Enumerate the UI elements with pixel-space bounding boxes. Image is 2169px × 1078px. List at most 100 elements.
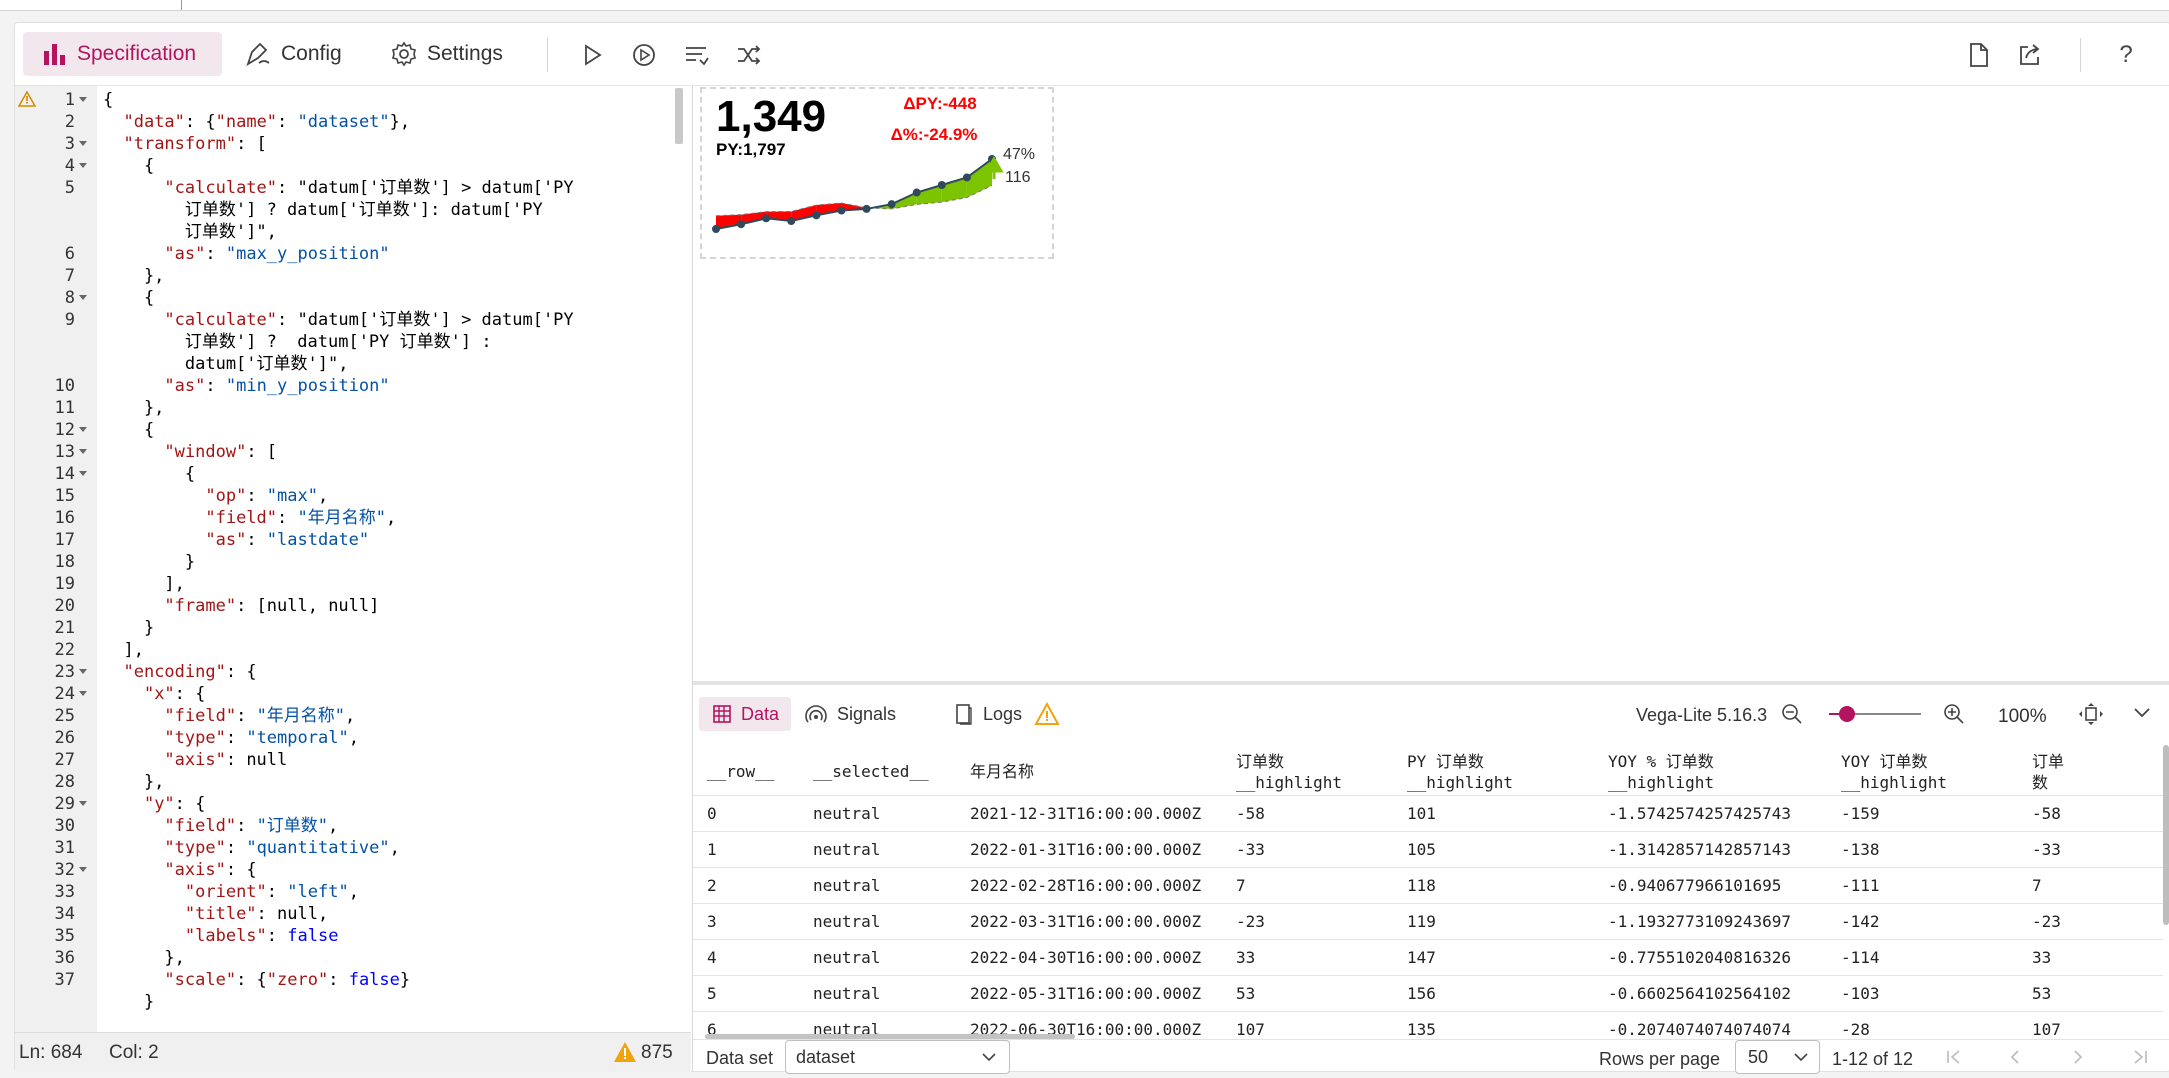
play-icon[interactable] (577, 40, 607, 70)
code-line[interactable]: 15 "op": "max", (15, 485, 691, 507)
code-line[interactable]: 12 { (15, 419, 691, 441)
data-point[interactable] (712, 225, 720, 233)
fold-toggle-icon[interactable] (79, 427, 87, 432)
column-header[interactable]: 订单 数 (2032, 751, 2064, 793)
zoom-slider-thumb[interactable] (1839, 706, 1856, 722)
fold-toggle-icon[interactable] (79, 867, 87, 872)
code-line[interactable]: 22 ], (15, 639, 691, 661)
fold-toggle-icon[interactable] (79, 669, 87, 674)
code-line[interactable]: 13 "window": [ (15, 441, 691, 463)
prev-page-icon[interactable] (2008, 1049, 2022, 1065)
fold-toggle-icon[interactable] (79, 691, 87, 696)
code-line[interactable]: 25 "field": "年月名称", (15, 705, 691, 727)
code-line[interactable]: 21 } (15, 617, 691, 639)
auto-run-icon[interactable] (629, 40, 659, 70)
code-line[interactable]: } (15, 991, 691, 1013)
zoom-slider[interactable] (1829, 706, 1921, 722)
code-line[interactable]: 30 "field": "订单数", (15, 815, 691, 837)
code-line[interactable]: 18 } (15, 551, 691, 573)
shuffle-icon[interactable] (734, 40, 764, 70)
code-line[interactable]: 2 "data": {"name": "dataset"}, (15, 111, 691, 133)
table-row[interactable]: 5 neutral 2022-05-31T16:00:00.000Z 53 156 -0.… (693, 975, 2163, 1012)
data-point[interactable] (937, 180, 946, 189)
data-point[interactable] (762, 214, 771, 223)
fold-toggle-icon[interactable] (79, 163, 87, 168)
fit-view-icon[interactable] (2078, 702, 2104, 726)
code-line[interactable]: 34 "title": null, (15, 903, 691, 925)
file-icon[interactable] (1964, 40, 1994, 70)
rows-per-page-select[interactable]: 50 (1735, 1040, 1820, 1074)
last-page-icon[interactable] (2131, 1049, 2149, 1065)
table-row[interactable]: 2 neutral 2022-02-28T16:00:00.000Z 7 118 -0.9… (693, 867, 2163, 904)
code-line[interactable]: 3 "transform": [ (15, 133, 691, 155)
data-point[interactable] (737, 220, 746, 229)
code-line[interactable]: 37 "scale": {"zero": false} (15, 969, 691, 991)
code-line[interactable]: 33 "orient": "left", (15, 881, 691, 903)
warning-icon[interactable] (613, 1041, 637, 1063)
code-line[interactable]: 10 "as": "min_y_position" (15, 375, 691, 397)
zoom-in-icon[interactable] (1943, 703, 1965, 725)
fold-toggle-icon[interactable] (79, 471, 87, 476)
code-line[interactable]: 27 "axis": null (15, 749, 691, 771)
column-header[interactable]: PY 订单数 __highlight (1407, 751, 1513, 793)
code-line[interactable]: 20 "frame": [null, null] (15, 595, 691, 617)
chart-view[interactable]: 1,349 PY:1,797 ΔPY:-448 Δ%:-24.9% 47% 11… (700, 87, 1054, 259)
zoom-out-icon[interactable] (1781, 703, 1803, 725)
spec-editor[interactable]: 1{2 "data": {"name": "dataset"}, 3 "trans… (15, 86, 691, 1032)
code-line[interactable]: 19 ], (15, 573, 691, 595)
help-icon[interactable]: ? (2111, 40, 2141, 70)
code-line[interactable]: 14 { (15, 463, 691, 485)
dataset-select[interactable]: dataset (785, 1040, 1010, 1074)
data-point[interactable] (887, 200, 896, 209)
view-panel-divider[interactable] (693, 681, 2169, 685)
code-line[interactable]: 24 "x": { (15, 683, 691, 705)
fold-toggle-icon[interactable] (79, 801, 87, 806)
table-vertical-scrollbar[interactable] (2163, 745, 2169, 925)
column-header[interactable]: YOY 订单数 __highlight (1841, 751, 1947, 793)
code-line[interactable]: 订单数'] ? datum['PY 订单数'] : (15, 331, 691, 353)
table-row[interactable]: 1 neutral 2022-01-31T16:00:00.000Z -33 105 -1… (693, 831, 2163, 868)
fold-toggle-icon[interactable] (79, 97, 87, 102)
table-row[interactable]: 4 neutral 2022-04-30T16:00:00.000Z 33 147 -0.… (693, 939, 2163, 976)
code-line[interactable]: 29 "y": { (15, 793, 691, 815)
tab-settings[interactable]: Settings (391, 32, 503, 76)
format-icon[interactable] (682, 40, 712, 70)
code-line[interactable]: 28 }, (15, 771, 691, 793)
code-line[interactable]: 订单数']", (15, 221, 691, 243)
code-line[interactable]: 36 }, (15, 947, 691, 969)
column-header[interactable]: YOY % 订单数 __highlight (1608, 751, 1714, 793)
chevron-down-icon[interactable] (2133, 707, 2151, 719)
tab-specification[interactable]: Specification (23, 32, 222, 76)
code-line[interactable]: 11 }, (15, 397, 691, 419)
tab-config[interactable]: Config (245, 32, 342, 76)
code-line[interactable]: 8 { (15, 287, 691, 309)
data-point[interactable] (862, 204, 871, 213)
column-header[interactable]: __selected__ (813, 761, 929, 782)
table-row[interactable]: 3 neutral 2022-03-31T16:00:00.000Z -23 119 -1… (693, 903, 2163, 940)
fold-toggle-icon[interactable] (79, 141, 87, 146)
fold-toggle-icon[interactable] (79, 449, 87, 454)
first-page-icon[interactable] (1945, 1049, 1963, 1065)
table-row[interactable]: 0 neutral 2021-12-31T16:00:00.000Z -58 101 -1… (693, 795, 2163, 832)
code-line[interactable]: 32 "axis": { (15, 859, 691, 881)
tab-data[interactable]: Data (699, 697, 791, 731)
data-point[interactable] (787, 217, 796, 226)
code-line[interactable]: 26 "type": "temporal", (15, 727, 691, 749)
code-line[interactable]: 6 "as": "max_y_position" (15, 243, 691, 265)
code-line[interactable]: 16 "field": "年月名称", (15, 507, 691, 529)
code-line[interactable]: 35 "labels": false (15, 925, 691, 947)
column-header[interactable]: 年月名称 (970, 761, 1034, 782)
share-icon[interactable] (2015, 40, 2045, 70)
code-line[interactable]: 31 "type": "quantitative", (15, 837, 691, 859)
code-line[interactable]: 17 "as": "lastdate" (15, 529, 691, 551)
data-point[interactable] (812, 211, 821, 220)
tab-signals[interactable]: Signals (805, 697, 896, 731)
editor-scrollbar[interactable] (675, 88, 683, 144)
code-line[interactable]: 订单数'] ? datum['订单数']: datum['PY (15, 199, 691, 221)
data-point[interactable] (912, 188, 921, 197)
tab-logs[interactable]: Logs (955, 697, 1060, 731)
code-line[interactable]: datum['订单数']", (15, 353, 691, 375)
data-point[interactable] (837, 206, 846, 215)
column-header[interactable]: __row__ (707, 761, 774, 782)
code-line[interactable]: 4 { (15, 155, 691, 177)
